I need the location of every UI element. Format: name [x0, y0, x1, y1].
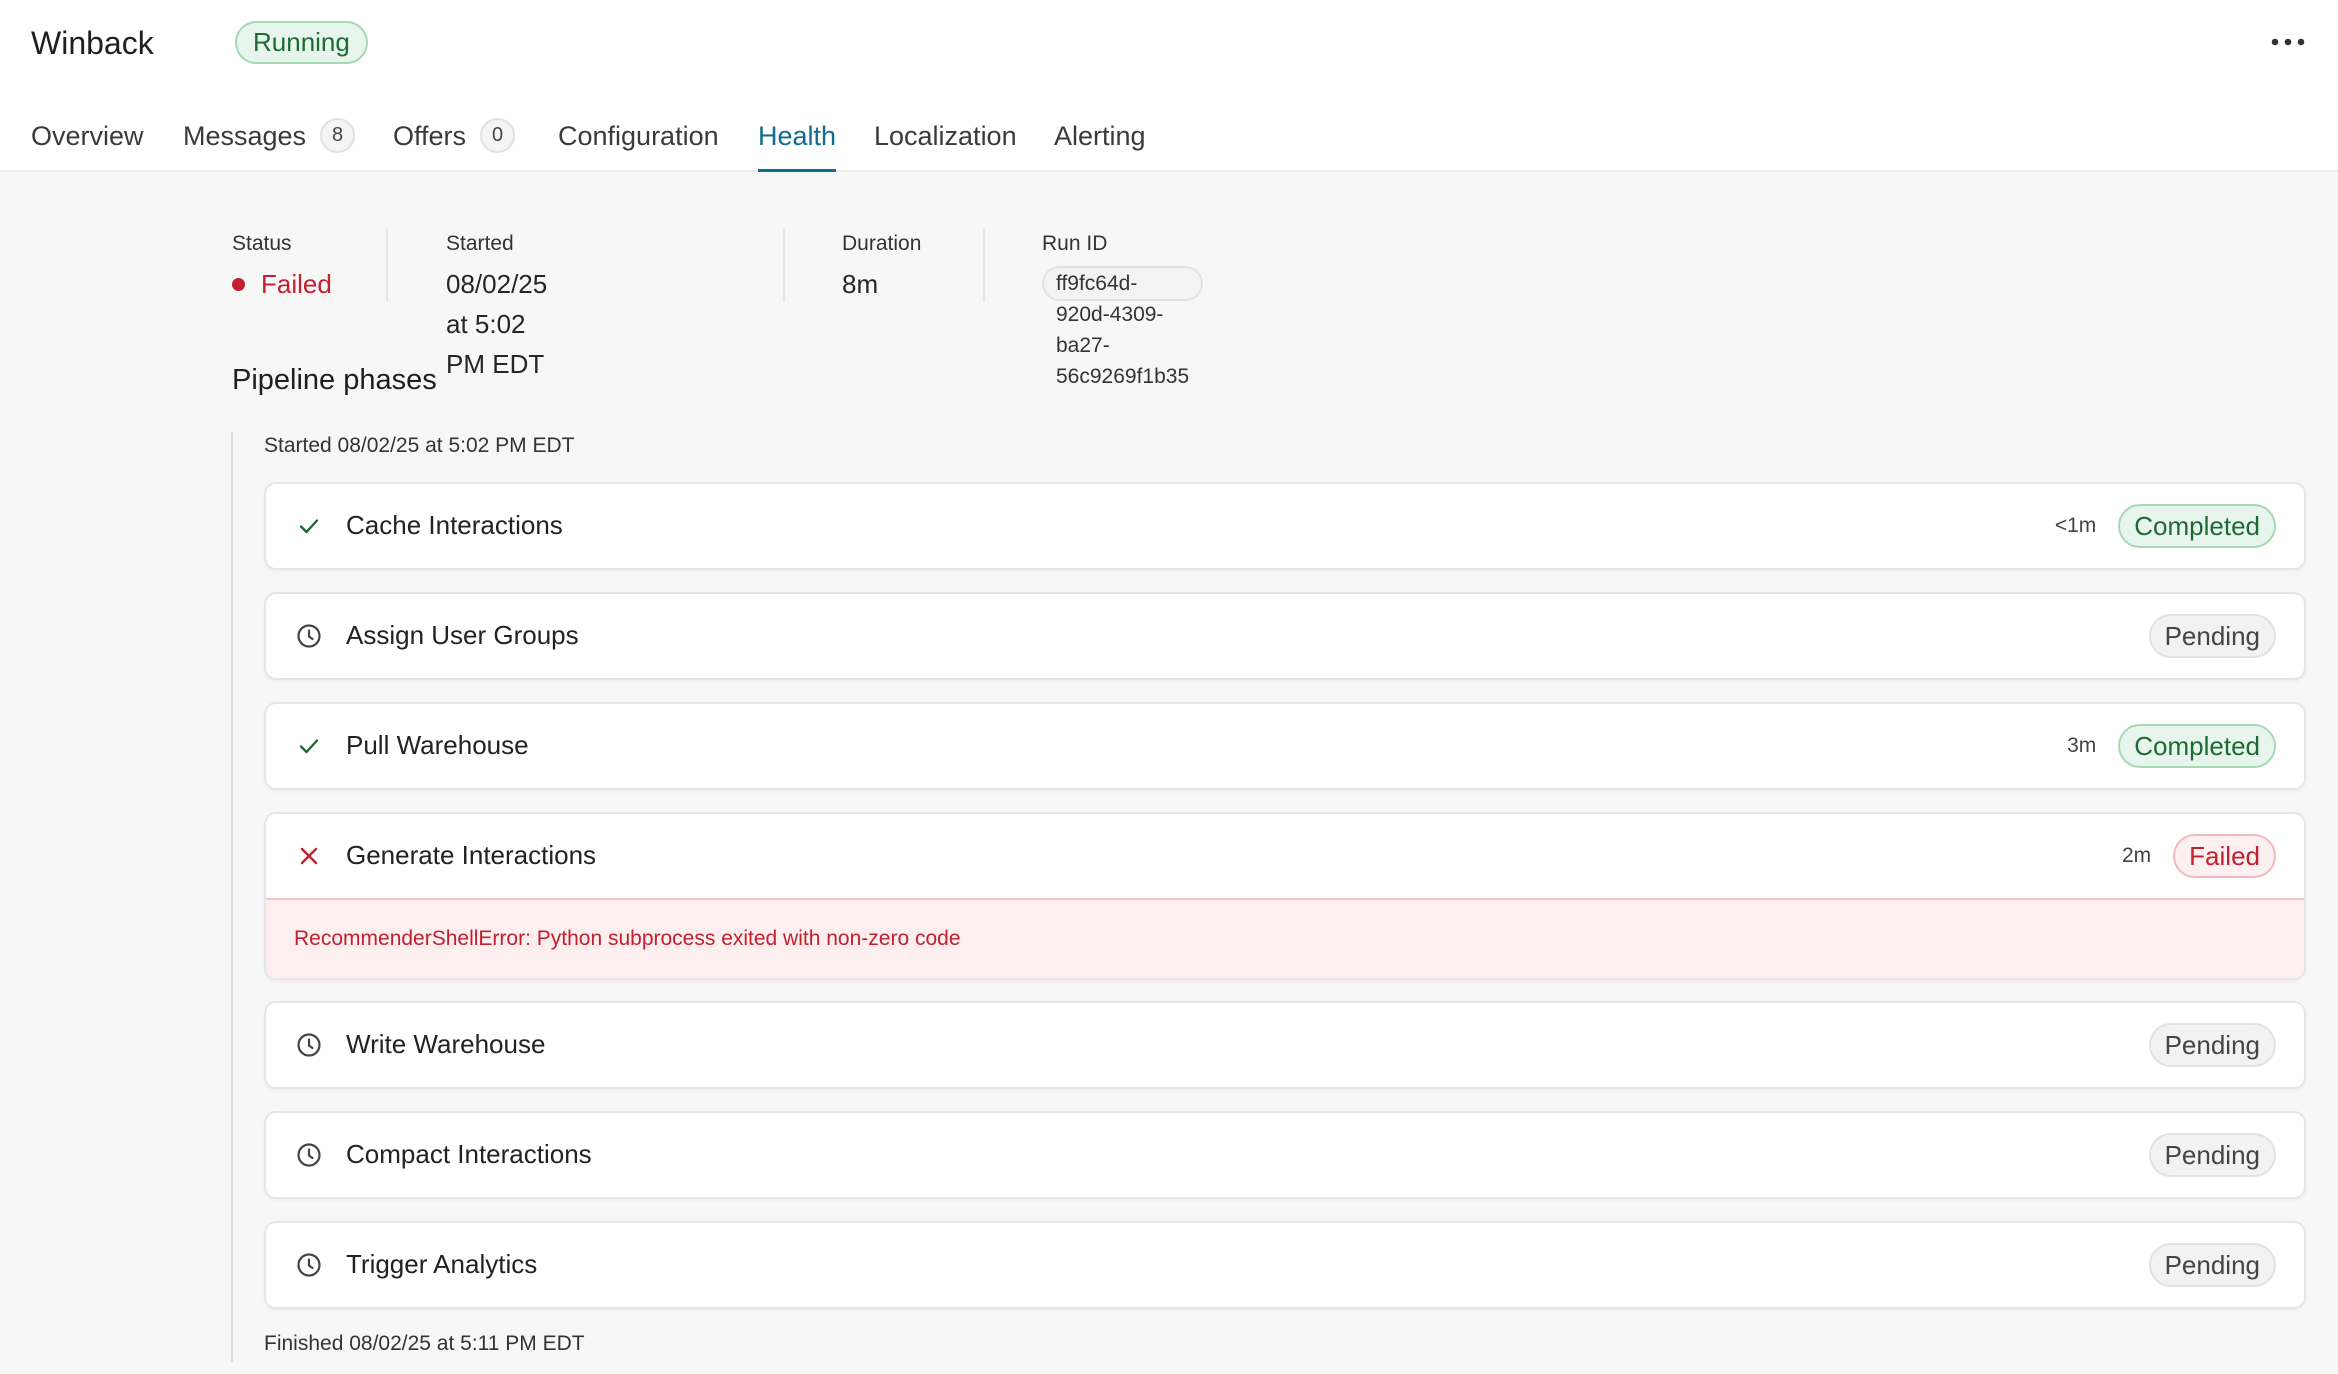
clock-icon: [297, 1253, 321, 1277]
phase-row: Generate Interactions 2m Failed: [266, 814, 2304, 898]
tab-localization[interactable]: Localization: [874, 112, 1017, 172]
started-stat: Started 08/02/25 at 5:02 PM EDT: [446, 228, 547, 379]
phase-name: Pull Warehouse: [346, 730, 529, 760]
phase-row: Write Warehouse Pending: [266, 1003, 2304, 1087]
phase-card[interactable]: Trigger Analytics Pending: [264, 1221, 2306, 1309]
status-label: Status: [232, 232, 292, 255]
tab-label: Alerting: [1054, 121, 1146, 151]
phase-card-failed[interactable]: Generate Interactions 2m Failed Recommen…: [264, 812, 2306, 980]
check-icon: [299, 519, 319, 534]
tab-alerting[interactable]: Alerting: [1054, 112, 1146, 172]
divider: [386, 228, 388, 302]
phase-status-badge: Pending: [2148, 614, 2276, 658]
phase-status-badge: Pending: [2148, 1133, 2276, 1177]
phase-meta: Pending: [2148, 1243, 2276, 1287]
phase-status-badge: Pending: [2148, 1243, 2276, 1287]
phase-row: Compact Interactions Pending: [266, 1113, 2304, 1197]
started-label: Started: [446, 232, 514, 255]
phase-name: Compact Interactions: [346, 1139, 592, 1169]
phase-status-badge: Completed: [2118, 504, 2276, 548]
phase-row: Assign User Groups Pending: [266, 594, 2304, 678]
tab-health[interactable]: Health: [758, 112, 837, 172]
tab-count-badge: 0: [480, 118, 516, 153]
timeline-line: [231, 432, 233, 1362]
pipeline-title: Pipeline phases: [232, 364, 437, 396]
tab-label: Localization: [874, 121, 1017, 151]
phase-duration: <1m: [2054, 514, 2097, 537]
started-value: 08/02/25 at 5:02 PM EDT: [446, 269, 548, 379]
duration-value: 8m: [842, 269, 879, 299]
tab-overview[interactable]: Overview: [31, 112, 144, 172]
duration-label: Duration: [842, 232, 922, 255]
x-icon: [300, 847, 318, 865]
phase-meta: 2m Failed: [2122, 834, 2276, 878]
tab-count-badge: 8: [320, 118, 356, 153]
phase-meta: Pending: [2148, 1023, 2276, 1067]
phase-status-badge: Failed: [2173, 834, 2276, 878]
tab-messages[interactable]: Messages 8: [183, 112, 356, 172]
phase-status-badge: Pending: [2148, 1023, 2276, 1067]
tab-offers[interactable]: Offers 0: [393, 112, 516, 172]
phase-row: Cache Interactions <1m Completed: [266, 484, 2304, 568]
tab-label: Overview: [31, 121, 144, 151]
timeline-finished-note: Finished 08/02/25 at 5:11 PM EDT: [264, 1332, 585, 1355]
tab-bar: Overview Messages 8 Offers 0 Configurati…: [0, 112, 2338, 172]
duration-stat: Duration 8m: [842, 228, 921, 304]
phase-meta: <1m Completed: [2055, 504, 2276, 548]
more-horizontal-icon: [2271, 38, 2305, 46]
check-icon: [299, 739, 319, 754]
phase-meta: 3m Completed: [2067, 724, 2276, 768]
page-title: Winback: [31, 25, 154, 61]
phase-card[interactable]: Pull Warehouse 3m Completed: [264, 702, 2306, 790]
phase-card[interactable]: Write Warehouse Pending: [264, 1001, 2306, 1089]
status-stat: Status Failed: [232, 228, 332, 304]
status-text: Failed: [261, 269, 332, 299]
clock-icon: [297, 1143, 321, 1167]
error-panel: RecommenderShellError: Python subprocess…: [266, 898, 2304, 978]
more-options-button[interactable]: [2266, 20, 2310, 64]
phase-meta: Pending: [2148, 614, 2276, 658]
status-value: Failed: [232, 264, 332, 304]
tab-label: Configuration: [558, 121, 719, 151]
phase-card[interactable]: Assign User Groups Pending: [264, 592, 2306, 680]
run-id-value[interactable]: ff9fc64d-920d-4309-ba27-56c9269f1b35: [1042, 266, 1204, 388]
divider: [783, 228, 785, 302]
phase-row: Trigger Analytics Pending: [266, 1223, 2304, 1307]
phase-name: Cache Interactions: [346, 510, 563, 540]
divider: [983, 228, 985, 302]
clock-icon: [297, 624, 321, 648]
tab-label: Offers: [393, 121, 467, 151]
status-badge: Running: [235, 21, 368, 64]
phase-row: Pull Warehouse 3m Completed: [266, 704, 2304, 788]
clock-icon: [297, 1033, 321, 1057]
run-id-stat: Run ID ff9fc64d-920d-4309-ba27-56c9269f1…: [1042, 228, 1204, 388]
error-message: RecommenderShellError: Python subprocess…: [294, 927, 961, 950]
phase-name: Assign User Groups: [346, 620, 579, 650]
tab-label: Messages: [183, 121, 307, 151]
phase-name: Trigger Analytics: [346, 1249, 538, 1279]
phase-name: Generate Interactions: [346, 840, 597, 870]
phase-duration: 3m: [2067, 734, 2097, 757]
phase-duration: 2m: [2121, 844, 2152, 867]
run-id-label: Run ID: [1042, 232, 1108, 255]
phase-card[interactable]: Compact Interactions Pending: [264, 1111, 2306, 1199]
phase-name: Write Warehouse: [346, 1029, 546, 1059]
phase-meta: Pending: [2148, 1133, 2276, 1177]
timeline-started-note: Started 08/02/25 at 5:02 PM EDT: [264, 434, 575, 457]
tab-label: Health: [758, 121, 837, 151]
phase-status-badge: Completed: [2118, 724, 2276, 768]
phase-card[interactable]: Cache Interactions <1m Completed: [264, 482, 2306, 570]
page-header: Winback Running Overview Messages 8 Offe…: [0, 0, 2338, 172]
tab-configuration[interactable]: Configuration: [558, 112, 719, 172]
status-dot-icon: [232, 277, 245, 291]
